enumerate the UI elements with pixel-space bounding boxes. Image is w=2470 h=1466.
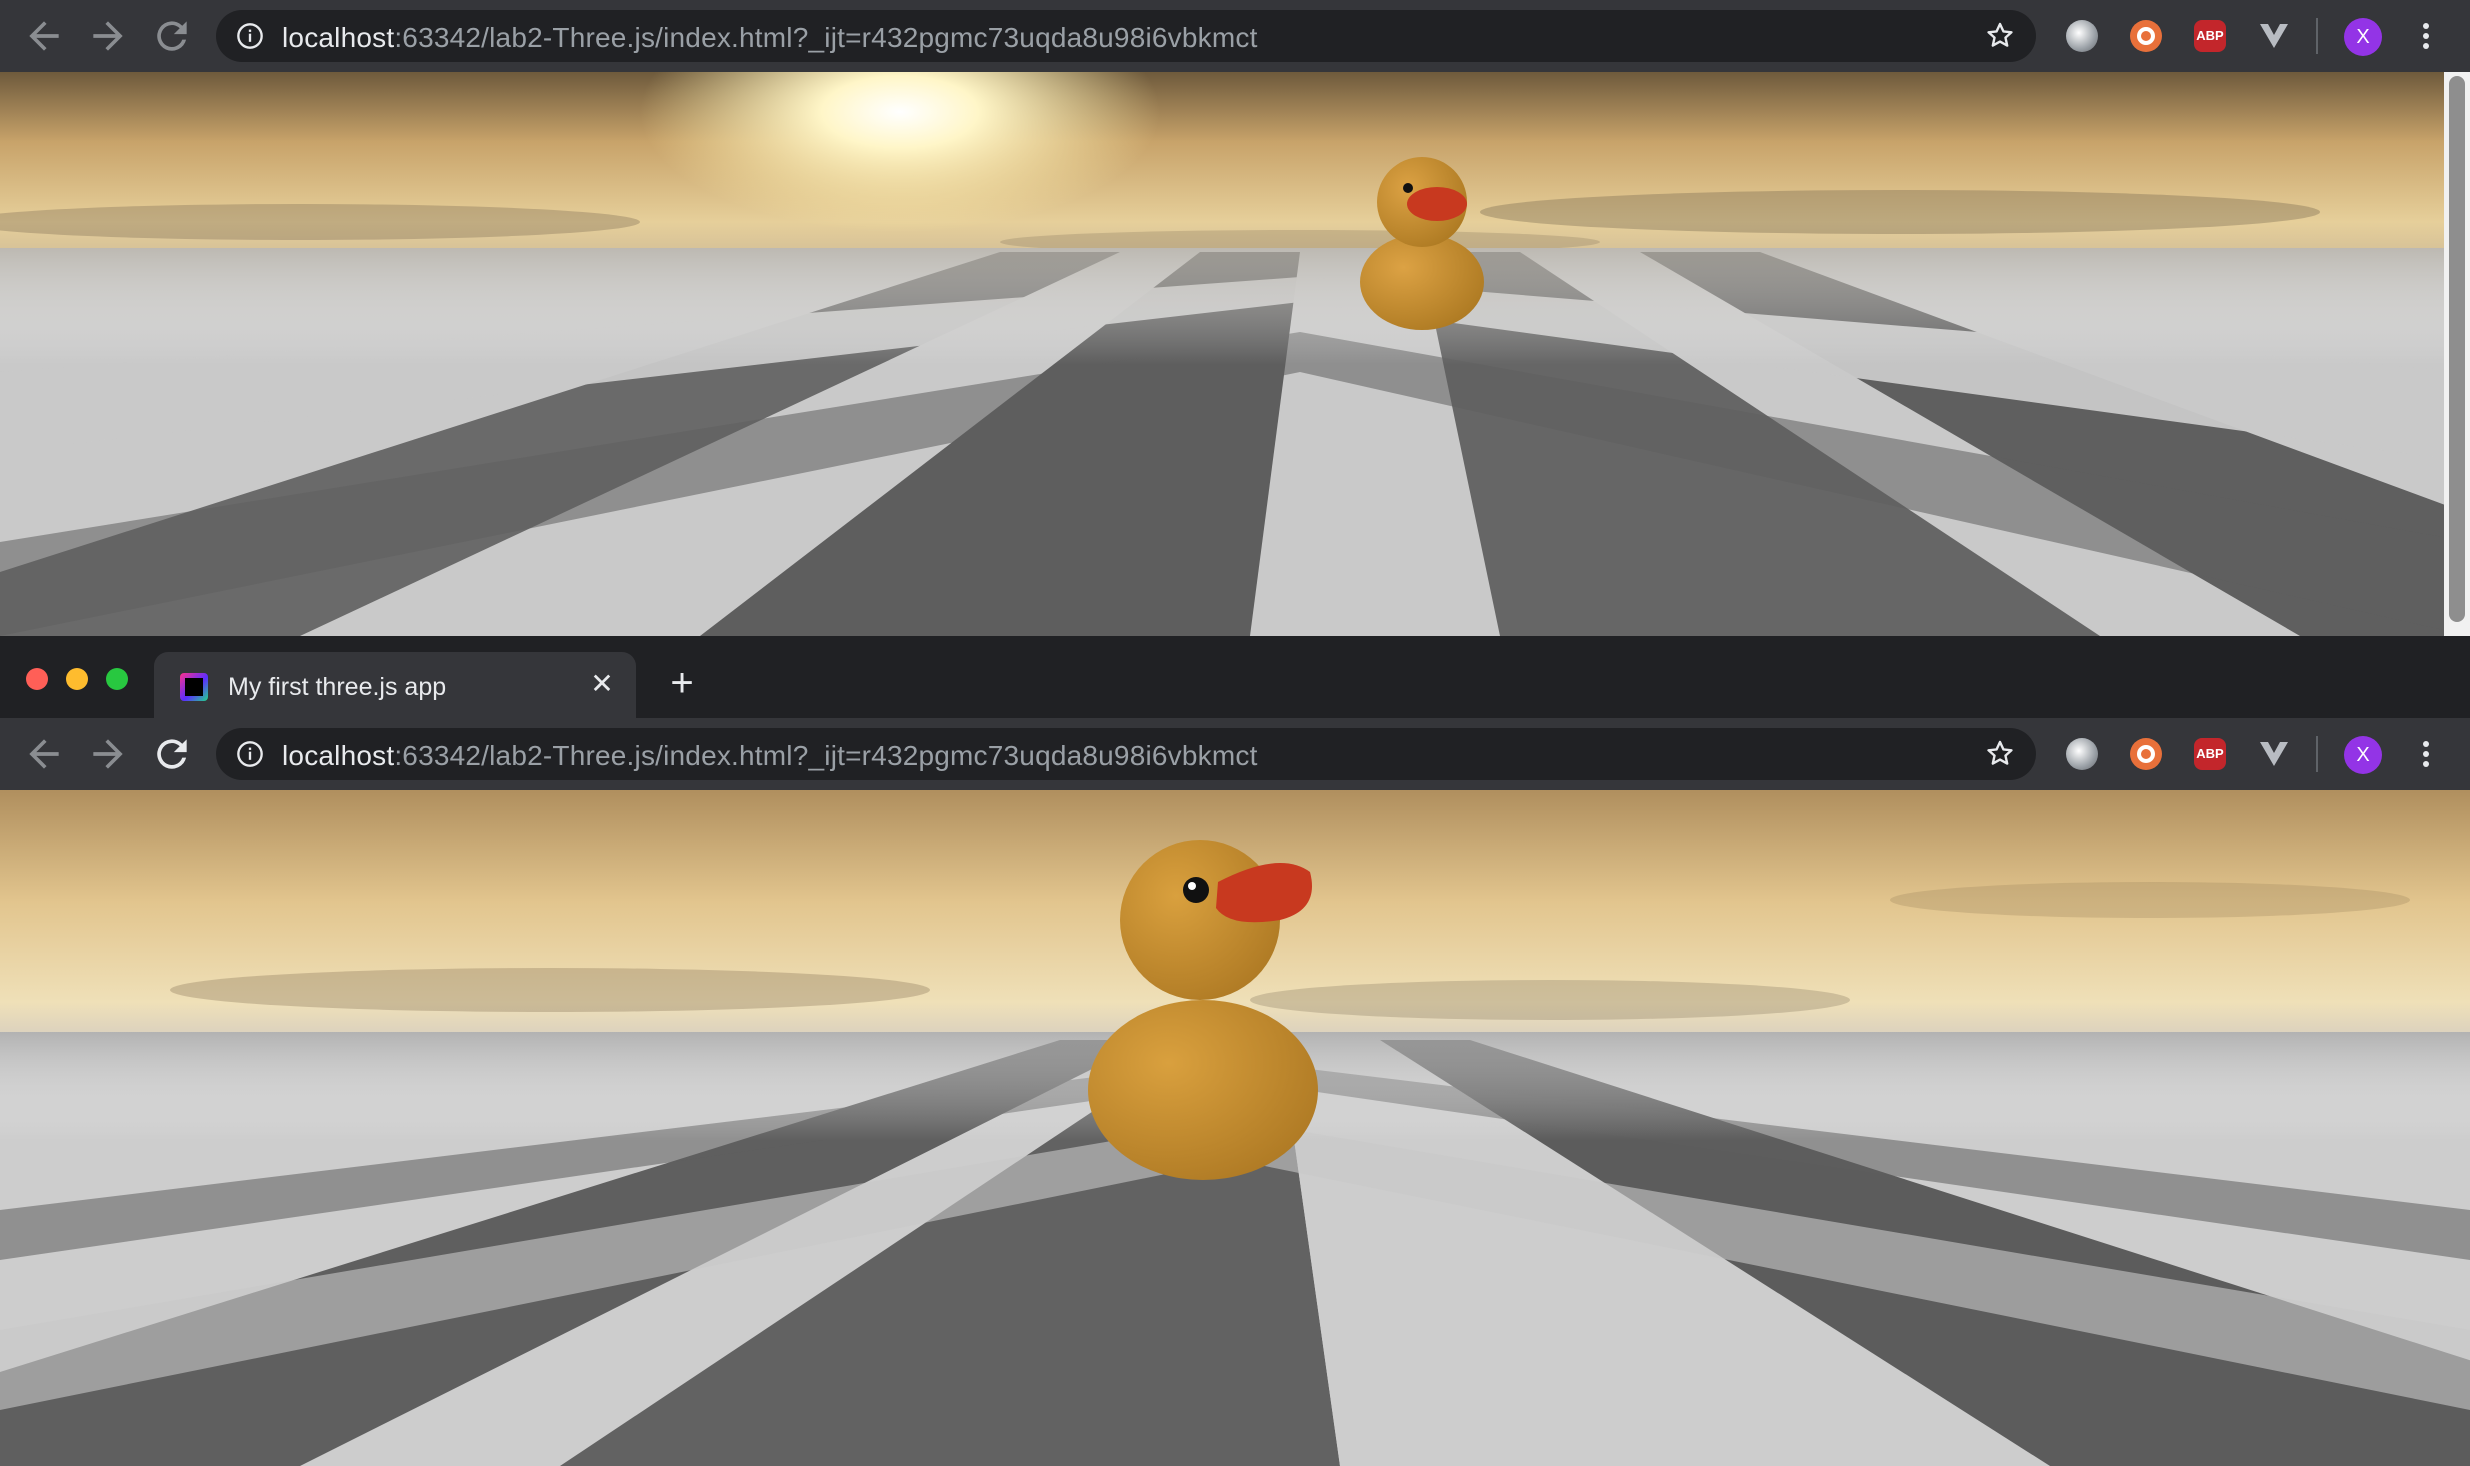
- forward-arrow-icon[interactable]: [86, 14, 130, 58]
- url-text: localhost:63342/lab2-Three.js/index.html…: [282, 740, 1258, 772]
- intellij-favicon-icon: [180, 673, 208, 701]
- browser-window-bottom: My first three.js app ✕ + localhost:6334…: [0, 636, 2470, 1466]
- url-host: localhost: [282, 740, 395, 771]
- url-path: :63342/lab2-Three.js/index.html?_ijt=r43…: [394, 740, 1258, 771]
- toolbar: localhost:63342/lab2-Three.js/index.html…: [0, 0, 2470, 72]
- kebab-menu-icon[interactable]: [2416, 736, 2436, 772]
- close-tab-icon[interactable]: ✕: [584, 666, 620, 702]
- tab-active[interactable]: My first three.js app ✕: [154, 652, 636, 718]
- threejs-canvas[interactable]: [0, 72, 2470, 636]
- profile-avatar[interactable]: X: [2344, 736, 2382, 774]
- minimize-window-button[interactable]: [66, 668, 88, 690]
- scene-render: [0, 790, 2470, 1466]
- tab-title: My first three.js app: [228, 673, 447, 701]
- reload-icon[interactable]: [150, 732, 194, 776]
- chrome-extension-icon[interactable]: [2066, 738, 2098, 770]
- address-bar[interactable]: localhost:63342/lab2-Three.js/index.html…: [216, 10, 2036, 62]
- url-text: localhost:63342/lab2-Three.js/index.html…: [282, 22, 1258, 54]
- profile-avatar[interactable]: X: [2344, 18, 2382, 56]
- new-tab-button[interactable]: +: [664, 663, 700, 703]
- threejs-canvas[interactable]: [0, 790, 2470, 1466]
- vue-devtools-icon[interactable]: [2258, 738, 2290, 770]
- chrome-extension-icon[interactable]: [2066, 20, 2098, 52]
- reload-icon[interactable]: [150, 14, 194, 58]
- browser-window-top: localhost:63342/lab2-Three.js/index.html…: [0, 0, 2470, 636]
- toolbar-separator: [2316, 736, 2318, 772]
- back-arrow-icon[interactable]: [22, 14, 66, 58]
- close-window-button[interactable]: [26, 668, 48, 690]
- page-scrollbar[interactable]: [2444, 72, 2470, 636]
- zoom-window-button[interactable]: [106, 668, 128, 690]
- forward-arrow-icon[interactable]: [86, 732, 130, 776]
- star-icon[interactable]: [1984, 20, 2016, 52]
- toolbar: localhost:63342/lab2-Three.js/index.html…: [0, 718, 2470, 790]
- star-icon[interactable]: [1984, 738, 2016, 770]
- vue-devtools-icon[interactable]: [2258, 20, 2290, 52]
- tab-strip: My first three.js app ✕ +: [0, 636, 2470, 718]
- lifebuoy-extension-icon[interactable]: [2130, 738, 2162, 770]
- lifebuoy-extension-icon[interactable]: [2130, 20, 2162, 52]
- scene-render: [0, 72, 2470, 636]
- scrollbar-thumb[interactable]: [2449, 76, 2465, 622]
- adblock-plus-icon[interactable]: ABP: [2194, 20, 2226, 52]
- url-host: localhost: [282, 22, 395, 53]
- url-path: :63342/lab2-Three.js/index.html?_ijt=r43…: [394, 22, 1258, 53]
- info-icon[interactable]: [236, 740, 264, 768]
- kebab-menu-icon[interactable]: [2416, 18, 2436, 54]
- adblock-plus-icon[interactable]: ABP: [2194, 738, 2226, 770]
- info-icon[interactable]: [236, 22, 264, 50]
- back-arrow-icon[interactable]: [22, 732, 66, 776]
- toolbar-separator: [2316, 18, 2318, 54]
- address-bar[interactable]: localhost:63342/lab2-Three.js/index.html…: [216, 728, 2036, 780]
